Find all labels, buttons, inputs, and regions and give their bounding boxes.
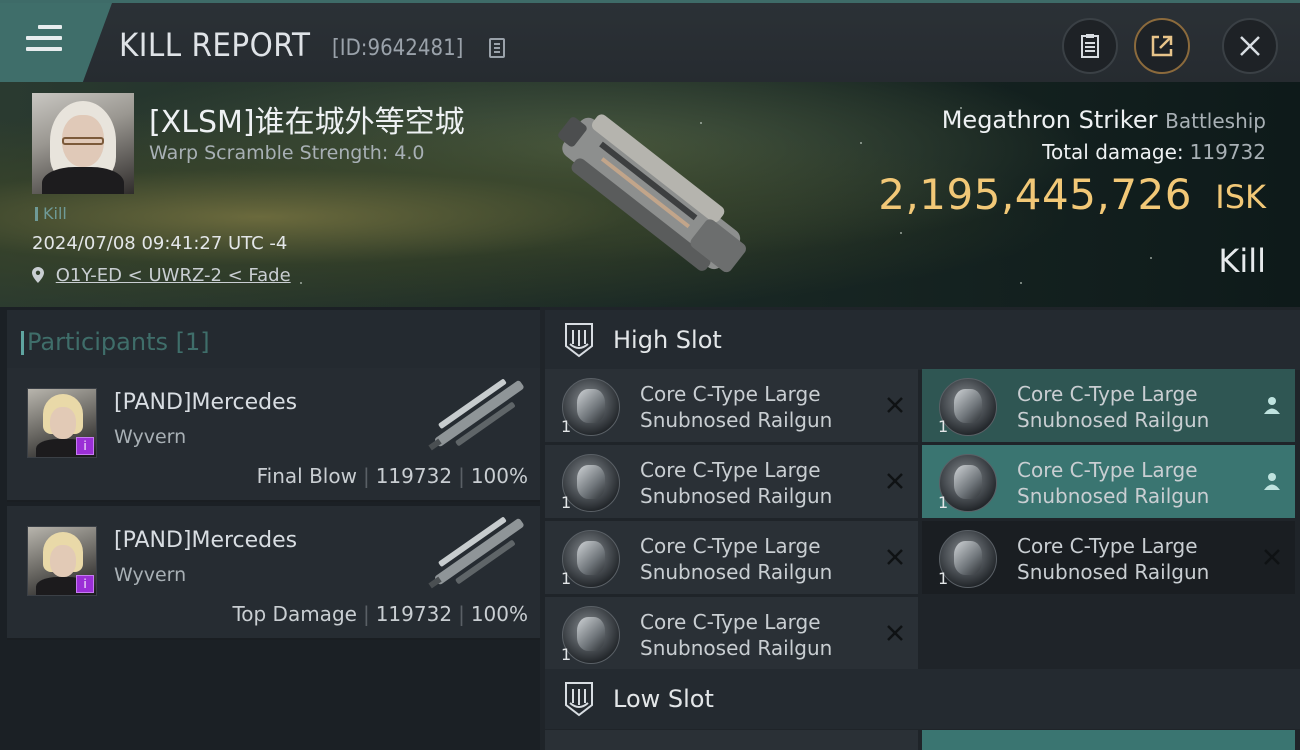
module-slot[interactable]: 1 Core C-Type Large Snubnosed Railgun: [545, 445, 918, 518]
dropped-person-icon: [1264, 397, 1280, 414]
module-quantity: 1: [561, 645, 572, 664]
low-slot-module-partial[interactable]: [922, 730, 1295, 750]
victim-name[interactable]: [XLSM]谁在城外等空城: [149, 97, 465, 141]
participant-percent: 100%: [470, 602, 528, 626]
low-slot-module-partial[interactable]: [545, 730, 918, 750]
map-pin-icon: [32, 267, 44, 283]
destroyed-x-icon: [887, 473, 903, 489]
faction-badge-icon: i: [76, 575, 94, 593]
module-slot[interactable]: 1 Core C-Type Large Snubnosed Railgun: [922, 521, 1295, 594]
ship-name-text: Megathron Striker: [941, 106, 1158, 134]
location-link[interactable]: O1Y-ED < UWRZ-2 < Fade: [56, 265, 291, 286]
report-id: [ID:9642481]: [332, 36, 464, 61]
victim-summary: [XLSM]谁在城外等空城 Warp Scramble Strength: 4.…: [0, 82, 1300, 307]
clipboard-icon: [1081, 34, 1099, 58]
participant-row[interactable]: i [PAND]Mercedes Wyvern Top Damage | 11973…: [7, 506, 540, 640]
copy-icon[interactable]: [489, 38, 505, 58]
module-name: Core C-Type Large Snubnosed Railgun: [640, 534, 833, 584]
participant-ship-image: [428, 517, 524, 589]
close-button[interactable]: [1222, 18, 1278, 74]
participant-ship-image: [428, 379, 524, 451]
participants-title: Participants [1]: [21, 328, 210, 356]
module-name: Core C-Type Large Snubnosed Railgun: [1017, 458, 1210, 508]
destroyed-x-icon: [887, 625, 903, 641]
module-name: Core C-Type Large Snubnosed Railgun: [640, 382, 833, 432]
high-slot-header[interactable]: High Slot: [545, 310, 1300, 370]
kill-report-screen: { "header": { "title": "KILL REPORT", "r…: [0, 0, 1300, 750]
participant-row[interactable]: i [PAND]Mercedes Wyvern Final Blow | 11973…: [7, 368, 540, 502]
kill-location[interactable]: O1Y-ED < UWRZ-2 < Fade: [32, 265, 291, 286]
participant-damage: 119732: [375, 602, 453, 626]
high-slot-title: High Slot: [613, 326, 722, 354]
module-quantity: 1: [561, 417, 572, 436]
warp-scramble-strength: Warp Scramble Strength: 4.0: [149, 142, 425, 164]
hamburger-icon: [26, 25, 62, 55]
low-slot-header[interactable]: Low Slot: [545, 669, 1300, 729]
total-damage-value: 119732: [1189, 140, 1266, 164]
ship-class: Battleship: [1165, 109, 1266, 133]
module-quantity: 1: [938, 493, 949, 512]
menu-button[interactable]: [0, 3, 112, 82]
isk-value: 2,195,445,726: [878, 170, 1192, 219]
participant-name: [PAND]Mercedes: [114, 390, 298, 415]
participant-role: Final Blow: [256, 464, 357, 488]
header-bar: KILL REPORT [ID:9642481]: [0, 0, 1300, 82]
module-name: Core C-Type Large Snubnosed Railgun: [640, 458, 833, 508]
module-slot[interactable]: 1 Core C-Type Large Snubnosed Railgun: [545, 521, 918, 594]
low-slot-title: Low Slot: [613, 685, 714, 713]
participant-ship: Wyvern: [114, 564, 187, 586]
destroyed-x-icon: [887, 549, 903, 565]
total-damage: Total damage: 119732: [1042, 140, 1266, 164]
module-slot[interactable]: 1 Core C-Type Large Snubnosed Railgun: [922, 369, 1295, 442]
close-icon: [1240, 36, 1260, 56]
module-quantity: 1: [938, 417, 949, 436]
participants-panel: Participants [1] i [PAND]Mercedes Wyvern…: [0, 307, 540, 750]
participant-stats: Top Damage | 119732 | 100%: [232, 602, 528, 626]
participant-percent: 100%: [470, 464, 528, 488]
faction-badge-icon: i: [76, 437, 94, 455]
clipboard-button[interactable]: [1062, 18, 1118, 74]
page-title: KILL REPORT: [119, 26, 311, 64]
kill-result: Kill: [1218, 242, 1266, 280]
module-name: Core C-Type Large Snubnosed Railgun: [640, 610, 833, 660]
participant-role: Top Damage: [232, 602, 357, 626]
isk-unit: ISK: [1215, 178, 1266, 216]
share-icon: [1151, 35, 1173, 57]
participant-name: [PAND]Mercedes: [114, 528, 298, 553]
kill-datetime: 2024/07/08 09:41:27 UTC -4: [32, 233, 288, 254]
module-slot[interactable]: 1 Core C-Type Large Snubnosed Railgun: [545, 597, 918, 670]
ship-name[interactable]: Megathron Striker Battleship: [942, 106, 1266, 134]
module-quantity: 1: [938, 569, 949, 588]
victim-ship-image[interactable]: [520, 90, 780, 300]
module-slot[interactable]: 1 Core C-Type Large Snubnosed Railgun: [545, 369, 918, 442]
module-slot[interactable]: 1 Core C-Type Large Snubnosed Railgun: [922, 445, 1295, 518]
fitting-panel: High Slot 1 Core C-Type Large Snubnosed R…: [540, 307, 1300, 750]
participant-avatar[interactable]: i: [27, 388, 97, 458]
participant-avatar[interactable]: i: [27, 526, 97, 596]
module-quantity: 1: [561, 493, 572, 512]
module-quantity: 1: [561, 569, 572, 588]
high-slot-icon: [565, 323, 593, 358]
share-button[interactable]: [1134, 18, 1190, 74]
destroyed-x-icon: [887, 397, 903, 413]
participant-stats: Final Blow | 119732 | 100%: [256, 464, 528, 488]
participant-ship: Wyvern: [114, 426, 187, 448]
victim-avatar[interactable]: [32, 93, 134, 194]
module-name: Core C-Type Large Snubnosed Railgun: [1017, 534, 1210, 584]
destroyed-x-icon: [1264, 549, 1280, 565]
low-slot-icon: [565, 682, 593, 717]
module-name: Core C-Type Large Snubnosed Railgun: [1017, 382, 1210, 432]
total-damage-label: Total damage:: [1042, 140, 1184, 164]
participant-damage: 119732: [375, 464, 453, 488]
participants-header[interactable]: Participants [1]: [7, 310, 540, 368]
kill-tag: Kill: [35, 204, 67, 223]
dropped-person-icon: [1264, 473, 1280, 490]
